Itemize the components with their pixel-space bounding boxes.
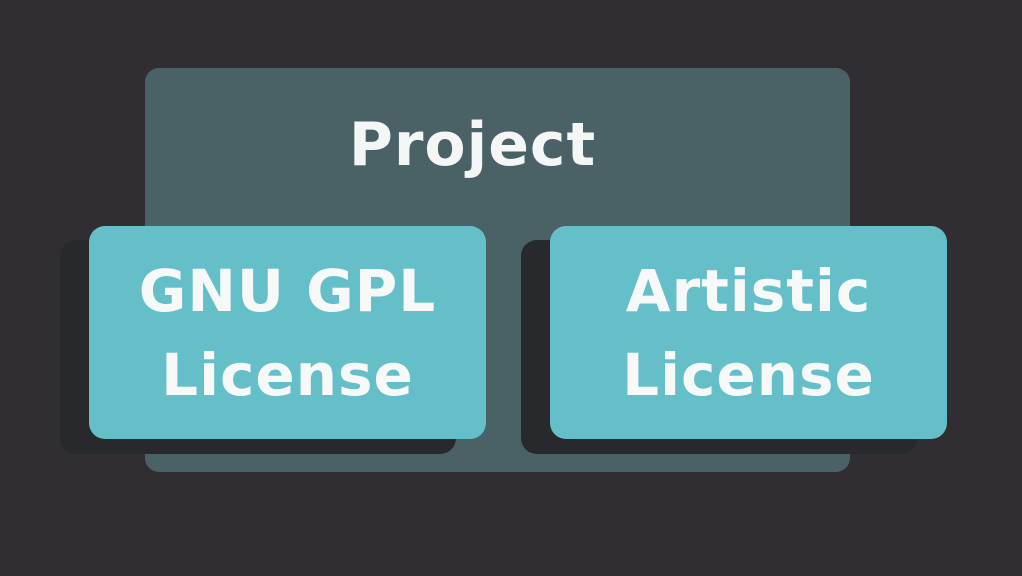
diagram-canvas: Project GNU GPL License Artistic License bbox=[0, 0, 1022, 576]
project-label: Project bbox=[348, 110, 597, 180]
artistic-license-box: Artistic License bbox=[550, 226, 947, 439]
gpl-license-line-2: License bbox=[161, 340, 414, 409]
gpl-license-box: GNU GPL License bbox=[89, 226, 486, 439]
artistic-license-line-1: Artistic bbox=[625, 256, 872, 325]
artistic-license-line-2: License bbox=[622, 340, 875, 409]
gpl-license-line-1: GNU GPL bbox=[138, 256, 437, 325]
